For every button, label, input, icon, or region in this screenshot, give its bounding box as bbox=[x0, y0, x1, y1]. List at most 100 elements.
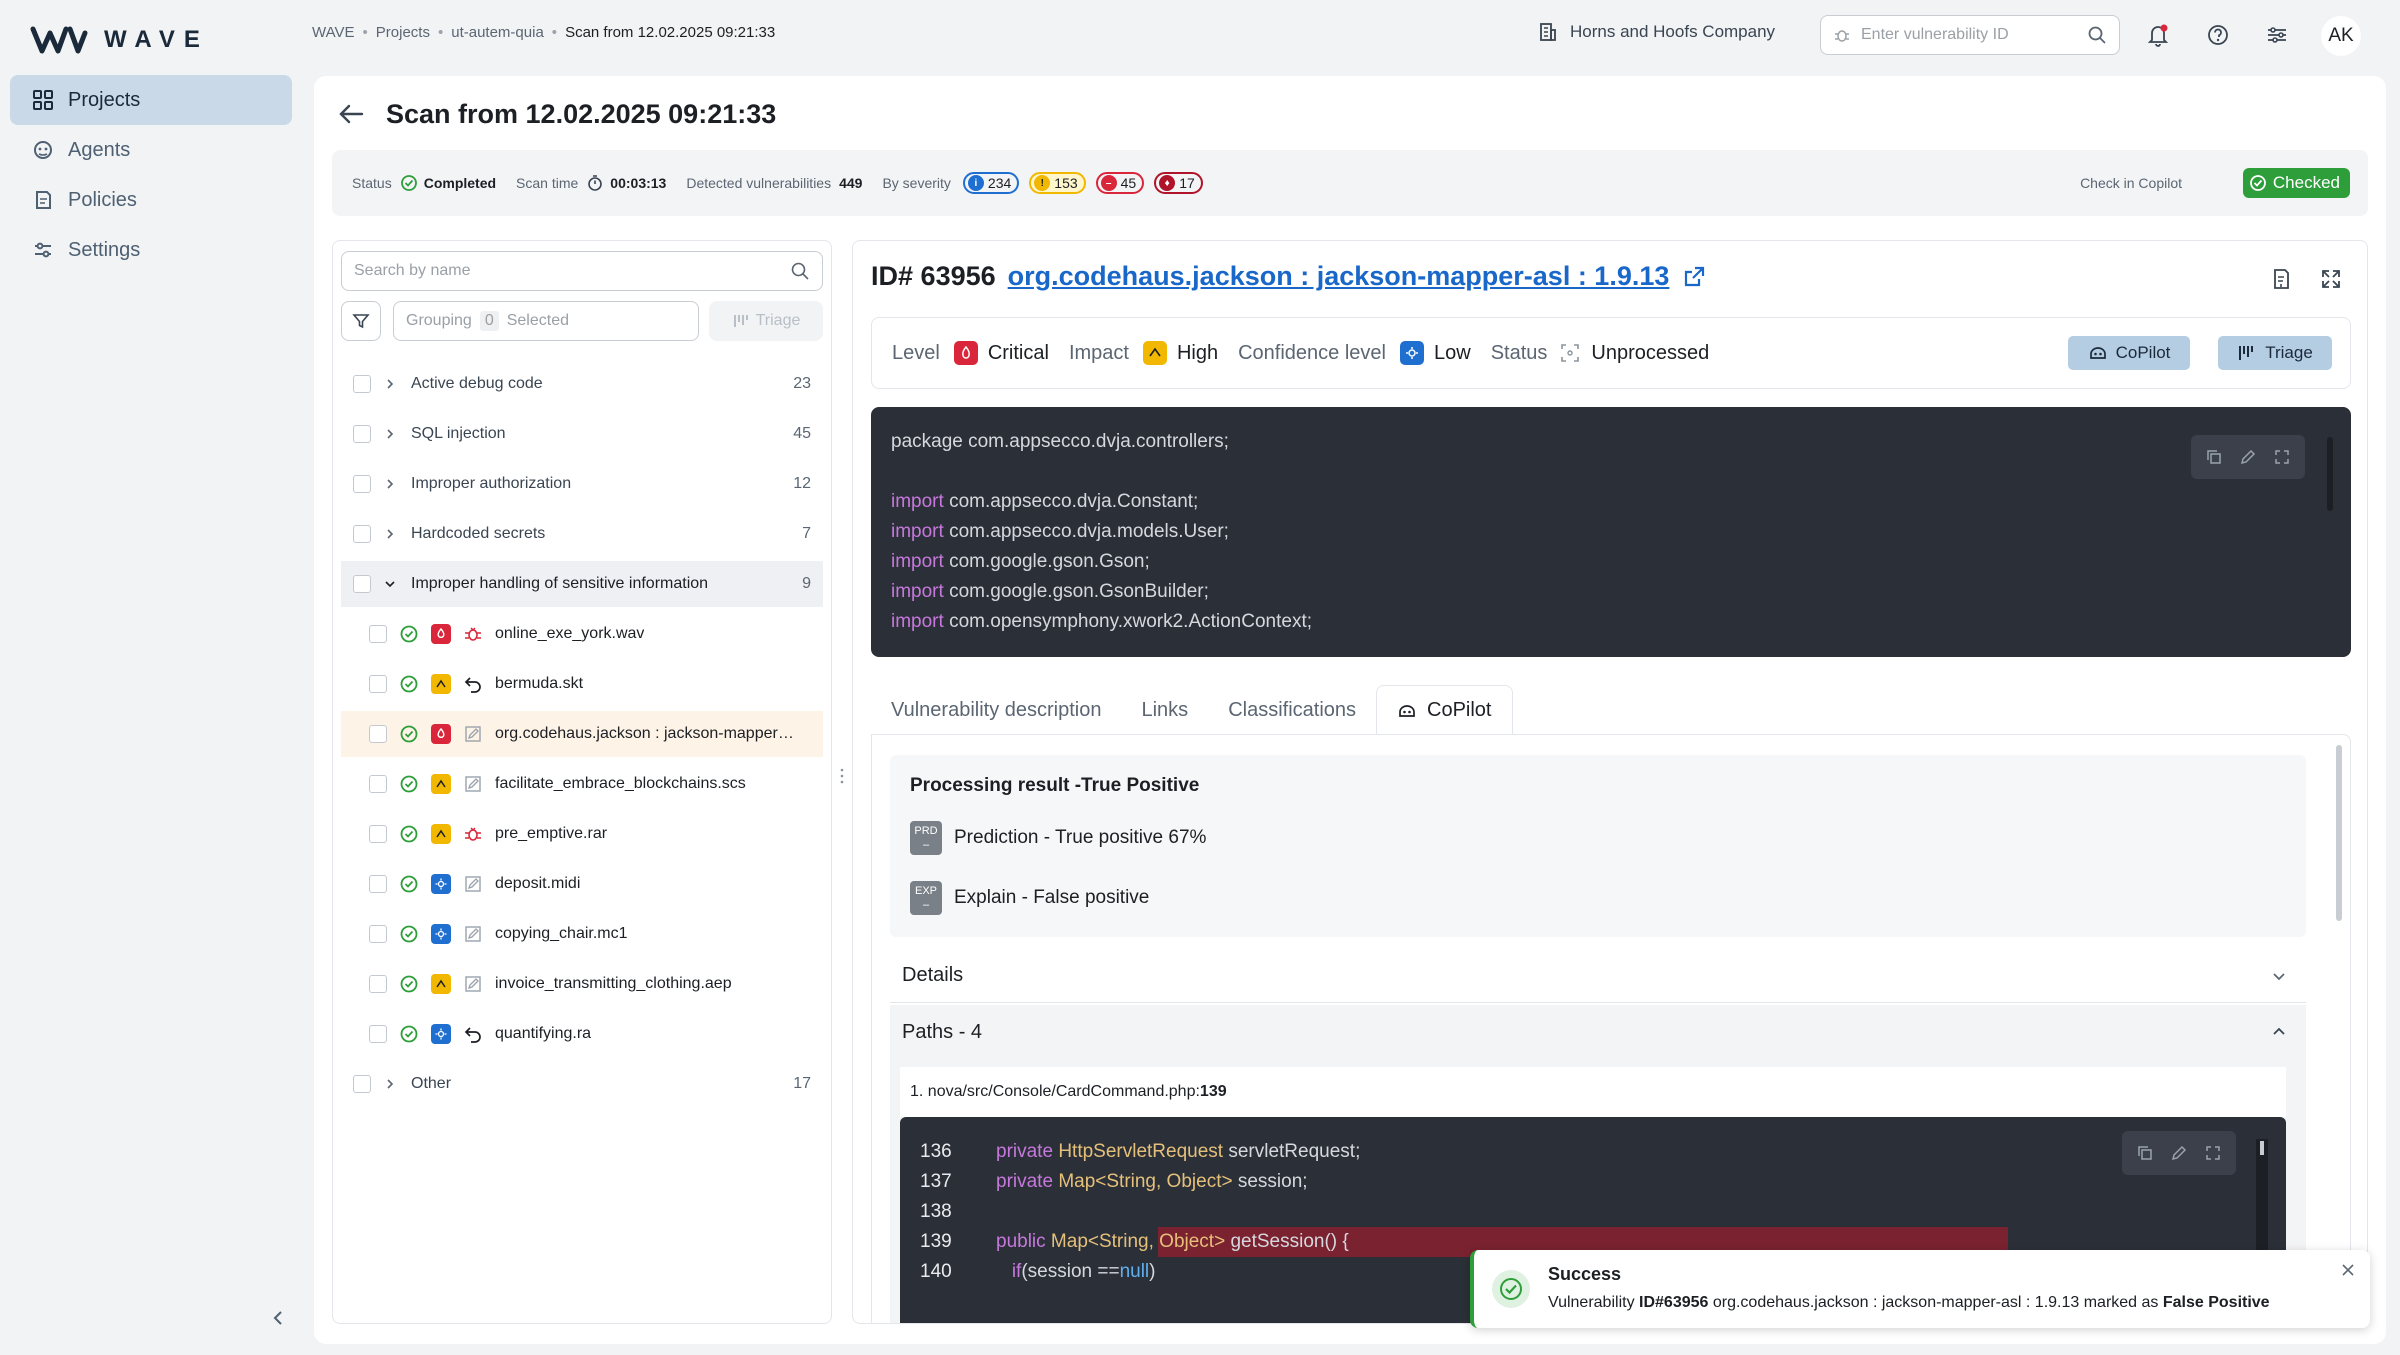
preferences-icon[interactable] bbox=[2264, 22, 2290, 48]
code-snippet: package com.appsecco.dvja.controllers; i… bbox=[871, 407, 2351, 657]
undo-icon bbox=[464, 1027, 481, 1043]
close-icon[interactable] bbox=[2340, 1262, 2356, 1278]
report-icon[interactable] bbox=[2269, 267, 2293, 291]
checkbox[interactable] bbox=[369, 975, 387, 993]
collapse-sidebar-icon[interactable] bbox=[268, 1308, 288, 1328]
external-link-icon[interactable] bbox=[1681, 264, 1707, 290]
tab-scrollbar[interactable] bbox=[2336, 745, 2342, 921]
line-number: 136 bbox=[920, 1141, 952, 1162]
code-scrollbar[interactable] bbox=[2327, 437, 2333, 511]
checkbox[interactable] bbox=[353, 1075, 371, 1093]
details-accordion[interactable]: Details bbox=[890, 949, 2306, 1003]
unprocessed-icon bbox=[1561, 344, 1580, 362]
grouping-select[interactable]: Grouping 0 Selected bbox=[393, 301, 699, 341]
breadcrumb-item[interactable]: WAVE bbox=[312, 24, 355, 41]
tree-leaf-item[interactable]: bermuda.skt bbox=[341, 661, 823, 707]
checkbox[interactable] bbox=[369, 1025, 387, 1043]
tab-vulnerability-description[interactable]: Vulnerability description bbox=[871, 685, 1121, 735]
code-line: 136 private HttpServletRequest servletReq… bbox=[920, 1137, 2286, 1167]
vulnerability-search[interactable] bbox=[1820, 15, 2120, 55]
copy-icon[interactable] bbox=[2136, 1144, 2154, 1162]
user-avatar[interactable]: AK bbox=[2321, 16, 2361, 56]
tree-leaf-item[interactable]: copying_chair.mc1 bbox=[341, 911, 823, 957]
filter-button[interactable] bbox=[341, 301, 381, 341]
tree-leaf-item[interactable]: deposit.midi bbox=[341, 861, 823, 907]
code-scrollbar-thumb[interactable] bbox=[2260, 1141, 2264, 1155]
notification-bell-icon[interactable] bbox=[2145, 22, 2171, 48]
tree-leaf-item[interactable]: facilitate_embrace_blockchains.scs bbox=[341, 761, 823, 807]
sidebar-item-agents[interactable]: Agents bbox=[10, 125, 292, 175]
fullscreen-icon[interactable] bbox=[2273, 448, 2291, 466]
tree-group[interactable]: SQL injection 45 bbox=[341, 411, 823, 457]
sidebar-item-label: Projects bbox=[68, 88, 141, 111]
checkbox[interactable] bbox=[369, 625, 387, 643]
severity-high-badge[interactable]: ! 153 bbox=[1029, 172, 1086, 194]
tree-group[interactable]: Improper authorization 12 bbox=[341, 461, 823, 507]
tree-leaf-item[interactable]: quantifying.ra bbox=[341, 1011, 823, 1057]
code-text: servletRequest; bbox=[1223, 1141, 1361, 1162]
grid-icon bbox=[33, 90, 53, 110]
tree-leaf-item[interactable]: online_exe_york.wav bbox=[341, 611, 823, 657]
company-selector[interactable]: Horns and Hoofs Company bbox=[1538, 22, 1775, 42]
sidebar-item-projects[interactable]: Projects bbox=[10, 75, 292, 125]
vulnerability-search-input[interactable] bbox=[1861, 26, 2077, 44]
expand-icon[interactable] bbox=[2319, 267, 2343, 291]
tab-links[interactable]: Links bbox=[1121, 685, 1208, 735]
code-text: com.appsecco.dvja.Constant; bbox=[949, 491, 1199, 512]
chevron-right-icon bbox=[387, 529, 394, 539]
vulnerability-link[interactable]: org.codehaus.jackson : jackson-mapper-as… bbox=[1008, 261, 1670, 292]
checkbox[interactable] bbox=[369, 725, 387, 743]
severity-high-icon bbox=[431, 824, 451, 844]
sidebar-item-policies[interactable]: Policies bbox=[10, 175, 292, 225]
checkbox[interactable] bbox=[369, 925, 387, 943]
breadcrumb-item[interactable]: Projects bbox=[376, 24, 430, 41]
severity-blocker-badge[interactable]: ♦ 17 bbox=[1154, 172, 1203, 194]
confidence-value: Low bbox=[1433, 341, 1471, 364]
line-number: 137 bbox=[920, 1171, 952, 1192]
search-icon[interactable] bbox=[2087, 25, 2107, 45]
checkbox[interactable] bbox=[353, 425, 371, 443]
search-icon[interactable] bbox=[790, 261, 810, 281]
name-search[interactable] bbox=[341, 251, 823, 291]
copy-icon[interactable] bbox=[2205, 448, 2223, 466]
triage-button-disabled[interactable]: Triage bbox=[709, 301, 823, 341]
checkbox[interactable] bbox=[353, 475, 371, 493]
checkbox[interactable] bbox=[369, 775, 387, 793]
checkbox[interactable] bbox=[353, 525, 371, 543]
help-icon[interactable] bbox=[2205, 22, 2231, 48]
tree-leaf-item[interactable]: invoice_transmitting_clothing.aep bbox=[341, 961, 823, 1007]
panel-resize-handle[interactable] bbox=[839, 766, 845, 786]
tab-copilot[interactable]: CoPilot bbox=[1376, 685, 1513, 735]
sidebar-item-settings[interactable]: Settings bbox=[10, 225, 292, 275]
paths-accordion[interactable]: Paths - 4 bbox=[890, 1005, 2306, 1059]
edit-icon bbox=[465, 976, 481, 992]
triage-button[interactable]: Triage bbox=[2218, 336, 2332, 370]
tree-group[interactable]: Active debug code 23 bbox=[341, 361, 823, 407]
tree-group[interactable]: Hardcoded secrets 7 bbox=[341, 511, 823, 557]
name-search-input[interactable] bbox=[354, 262, 790, 280]
tree-leaf-item[interactable]: org.codehaus.jackson : jackson-mapper-as… bbox=[341, 711, 823, 757]
edit-icon[interactable] bbox=[2170, 1144, 2188, 1162]
checkbox[interactable] bbox=[369, 825, 387, 843]
copilot-button[interactable]: CoPilot bbox=[2068, 336, 2190, 370]
severity-critical-badge[interactable]: –45 bbox=[1095, 172, 1145, 194]
tab-classifications[interactable]: Classifications bbox=[1208, 685, 1376, 735]
checkbox[interactable] bbox=[353, 375, 371, 393]
app-logo[interactable]: WAVE bbox=[30, 20, 209, 60]
checkbox[interactable] bbox=[369, 675, 387, 693]
checkbox[interactable] bbox=[353, 575, 371, 593]
tree-group[interactable]: Improper handling of sensitive informati… bbox=[341, 561, 823, 607]
breadcrumb-item[interactable]: ut-autem-quia bbox=[451, 24, 544, 41]
edit-icon[interactable] bbox=[2239, 448, 2257, 466]
severity-low-badge[interactable]: i 234 bbox=[962, 172, 1020, 194]
code-text: com.google.gson.Gson; bbox=[949, 551, 1150, 572]
tree-group[interactable]: Other 17 bbox=[341, 1061, 823, 1107]
path-item[interactable]: 1. nova/src/Console/CardCommand.php: 139 bbox=[900, 1067, 2286, 1117]
back-arrow-icon[interactable] bbox=[336, 99, 366, 129]
fullscreen-icon[interactable] bbox=[2204, 1144, 2222, 1162]
tree-leaf-item[interactable]: pre_emptive.rar bbox=[341, 811, 823, 857]
success-check-icon bbox=[1492, 1270, 1530, 1308]
info-icon: i bbox=[967, 175, 984, 191]
checkbox[interactable] bbox=[369, 875, 387, 893]
